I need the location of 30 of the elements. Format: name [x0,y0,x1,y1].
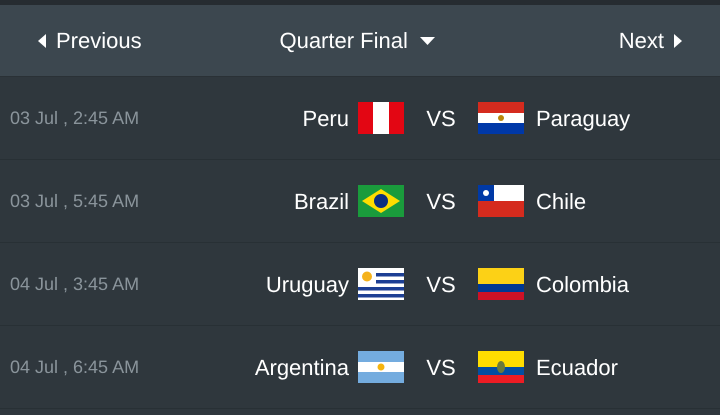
caret-left-icon [38,34,46,48]
match-time: 03 Jul , 2:45 AM [9,106,140,130]
flag-icon [358,351,404,383]
previous-button[interactable]: Previous [38,24,142,57]
versus-label: VS [425,270,457,298]
caret-right-icon [674,34,682,48]
flag-icon [358,185,404,217]
flag-icon [478,351,524,383]
match-time: 04 Jul , 3:45 AM [9,272,140,296]
match-time: 03 Jul , 5:45 AM [9,190,140,212]
team-name: Brazil [294,188,349,216]
flag-icon [358,102,404,134]
team-name: Argentina [254,354,349,382]
team-name: Uruguay [266,270,349,299]
team-name: Peru [302,104,349,132]
flag-icon [478,102,524,134]
next-button[interactable]: Next [618,24,682,57]
round-dropdown[interactable]: Quarter Final [279,24,435,57]
versus-label: VS [425,188,457,216]
flag-icon [358,268,404,300]
versus-label: VS [425,104,457,132]
caret-down-icon [420,36,435,44]
match-time: 04 Jul , 6:45 AM [9,356,140,378]
flag-icon [478,185,524,217]
flag-icon [478,268,524,300]
team-name: Paraguay [536,104,630,133]
versus-label: VS [425,354,457,382]
team-name: Chile [536,188,586,216]
team-name: Colombia [536,270,629,298]
team-name: Ecuador [536,354,618,382]
